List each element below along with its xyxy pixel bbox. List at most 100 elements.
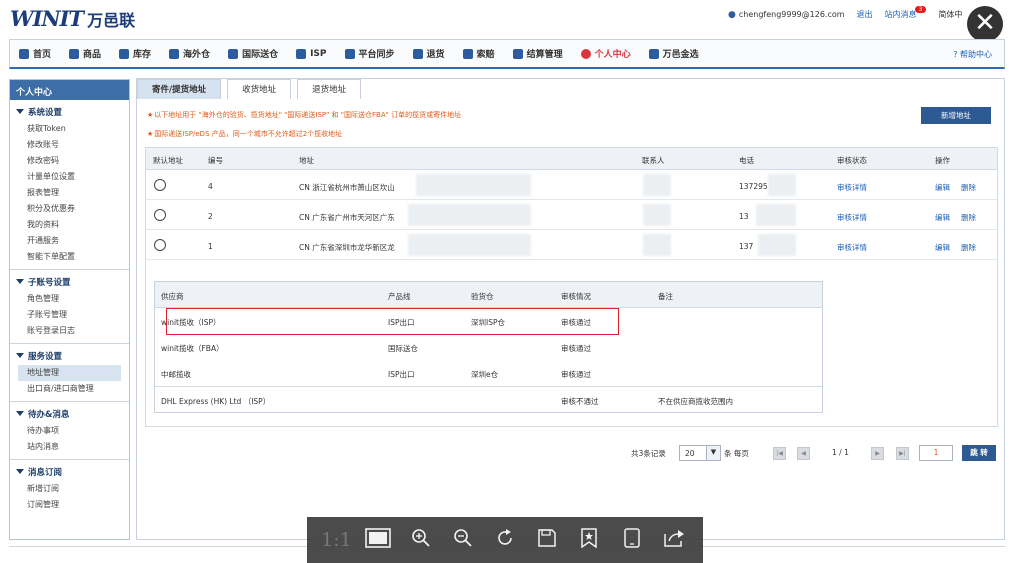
fit-screen-icon[interactable] <box>363 527 393 553</box>
sidebar-item-points[interactable]: 积分及优惠券 <box>10 201 129 217</box>
sidebar-group-title[interactable]: 消息订阅 <box>10 466 129 478</box>
highlight-box <box>166 308 619 335</box>
address-id: 2 <box>208 212 213 221</box>
sidebar-item-todo[interactable]: 待办事项 <box>10 423 129 439</box>
person-icon <box>580 48 591 59</box>
actual-size-button[interactable]: 1:1 <box>321 529 352 551</box>
nav-personal-center[interactable]: 个人中心 <box>572 40 640 67</box>
prev-page-icon[interactable]: ◀ <box>797 447 810 460</box>
jump-button[interactable]: 跳 转 <box>962 445 996 461</box>
sidebar-group-title[interactable]: 待办&消息 <box>10 408 129 420</box>
nav-isp[interactable]: ISP <box>287 40 335 67</box>
home-icon <box>19 48 29 59</box>
address-text: CN 浙江省杭州市萧山区坎山 <box>299 183 395 192</box>
sidebar-item-services[interactable]: 开通服务 <box>10 233 129 249</box>
sidebar-item-address[interactable]: 地址管理 <box>18 365 121 381</box>
sidebar-item-messages[interactable]: 站内消息 <box>10 439 129 455</box>
table-row: 2 CN 广东省广州市天河区广东 13 审核详情 编辑 删除 <box>146 200 997 230</box>
sidebar-item-edit-account[interactable]: 修改账号 <box>10 137 129 153</box>
main-content: 寄件/提货地址 收货地址 退货地址 以下地址用于 "海外仓的验货、揽货地址" "… <box>136 78 1005 540</box>
sidebar-item-new-subscription[interactable]: 新增订阅 <box>10 481 129 497</box>
chevron-down-icon: ▼ <box>706 446 720 460</box>
first-page-icon[interactable]: |◀ <box>773 447 786 460</box>
logo-mark: WINIT <box>10 6 84 31</box>
inventory-icon <box>119 48 130 59</box>
tab-return-address[interactable]: 退货地址 <box>297 79 362 99</box>
sidebar-group-title[interactable]: 子账号设置 <box>10 276 129 288</box>
messages-link[interactable]: 站内消息 <box>885 9 917 20</box>
page-number-input[interactable]: 1 <box>919 445 953 461</box>
tablet-icon[interactable] <box>617 527 647 553</box>
sidebar-item-subaccounts[interactable]: 子账号管理 <box>10 307 129 323</box>
default-radio[interactable] <box>154 209 166 221</box>
help-center-link[interactable]: ? 帮助中心 <box>953 49 992 60</box>
nav-platform-sync[interactable]: 平台同步 <box>336 40 404 67</box>
delete-link[interactable]: 删除 <box>961 242 976 253</box>
phone-text: 137295 <box>739 182 768 191</box>
edit-link[interactable]: 编辑 <box>935 242 950 253</box>
add-address-button[interactable]: 新增地址 <box>921 107 991 124</box>
sidebar-item-smart-order[interactable]: 智能下单配置 <box>10 249 129 265</box>
language-select[interactable]: 简体中 <box>938 9 962 20</box>
default-radio[interactable] <box>154 239 166 251</box>
sidebar-group-title[interactable]: 服务设置 <box>10 350 129 362</box>
zoom-out-icon[interactable] <box>448 528 478 553</box>
sidebar-group-title[interactable]: 系统设置 <box>10 106 129 118</box>
redacted-contact <box>643 174 671 196</box>
truck-icon <box>228 48 239 59</box>
sidebar-item-roles[interactable]: 角色管理 <box>10 291 129 307</box>
default-radio[interactable] <box>154 179 166 191</box>
sidebar-group-service: 服务设置 地址管理 出口商/进口商管理 <box>10 344 129 402</box>
col-status: 审核状态 <box>837 156 867 165</box>
sidebar-group-subaccount: 子账号设置 角色管理 子账号管理 账号登录日志 <box>10 270 129 344</box>
review-details-link[interactable]: 审核详情 <box>837 182 867 193</box>
close-button[interactable]: ✕ <box>967 6 1003 42</box>
next-page-icon[interactable]: ▶ <box>871 447 884 460</box>
sidebar-item-login-log[interactable]: 账号登录日志 <box>10 323 129 339</box>
nav-winit-select[interactable]: 万邑金选 <box>640 40 708 67</box>
sidebar-item-edit-password[interactable]: 修改密码 <box>10 153 129 169</box>
review-details-link[interactable]: 审核详情 <box>837 242 867 253</box>
edit-link[interactable]: 编辑 <box>935 182 950 193</box>
save-icon[interactable] <box>532 528 562 553</box>
review-details-link[interactable]: 审核详情 <box>837 212 867 223</box>
total-records: 共3条记录 <box>631 449 666 458</box>
rotate-icon[interactable] <box>490 528 520 553</box>
nav-claims[interactable]: 索赔 <box>454 40 504 67</box>
nav-home[interactable]: 首页 <box>10 40 60 67</box>
col-phone: 电话 <box>739 156 754 165</box>
notice-text: 国际递送ISP/eDS 产品，同一个城市不允许超过2个揽收地址 <box>147 129 342 139</box>
main-nav: 首页 商品 库存 海外仓 国际送仓 ISP 平台同步 退货 索赔 结算管理 个人… <box>9 39 1005 69</box>
sidebar-item-profile[interactable]: 我的资料 <box>10 217 129 233</box>
last-page-icon[interactable]: ▶| <box>896 447 909 460</box>
review-result: 审核不通过 <box>561 397 599 406</box>
nav-settlement[interactable]: 结算管理 <box>504 40 572 67</box>
tab-receive-address[interactable]: 收货地址 <box>227 79 292 99</box>
logo[interactable]: WINIT 万邑联 <box>10 6 135 31</box>
redacted-phone <box>758 234 796 256</box>
col-actions: 操作 <box>935 156 950 165</box>
nav-products[interactable]: 商品 <box>60 40 110 67</box>
user-area: ● chengfeng9999@126.com 退出 站内消息 3 简体中 <box>728 6 962 20</box>
delete-link[interactable]: 删除 <box>961 212 976 223</box>
product-line: 国际送仓 <box>388 344 418 353</box>
user-email[interactable]: chengfeng9999@126.com <box>739 10 845 19</box>
nav-inventory[interactable]: 库存 <box>110 40 160 67</box>
page-size-select[interactable]: 20 ▼ <box>679 445 721 461</box>
sidebar-item-get-token[interactable]: 获取Token <box>10 121 129 137</box>
edit-link[interactable]: 编辑 <box>935 212 950 223</box>
sidebar-title: 个人中心 <box>10 80 129 100</box>
zoom-in-icon[interactable] <box>406 528 436 553</box>
sidebar-item-subscription-mgmt[interactable]: 订阅管理 <box>10 497 129 513</box>
tab-pickup-address[interactable]: 寄件/提货地址 <box>137 79 222 99</box>
sidebar-item-reports[interactable]: 报表管理 <box>10 185 129 201</box>
nav-overseas-warehouse[interactable]: 海外仓 <box>160 40 219 67</box>
nav-returns[interactable]: 退货 <box>404 40 454 67</box>
bookmark-icon[interactable] <box>574 527 604 553</box>
share-icon[interactable] <box>659 528 689 553</box>
nav-intl-delivery[interactable]: 国际送仓 <box>219 40 287 67</box>
delete-link[interactable]: 删除 <box>961 182 976 193</box>
logout-link[interactable]: 退出 <box>857 9 873 20</box>
sidebar-item-exporters[interactable]: 出口商/进口商管理 <box>10 381 129 397</box>
sidebar-item-units[interactable]: 计量单位设置 <box>10 169 129 185</box>
